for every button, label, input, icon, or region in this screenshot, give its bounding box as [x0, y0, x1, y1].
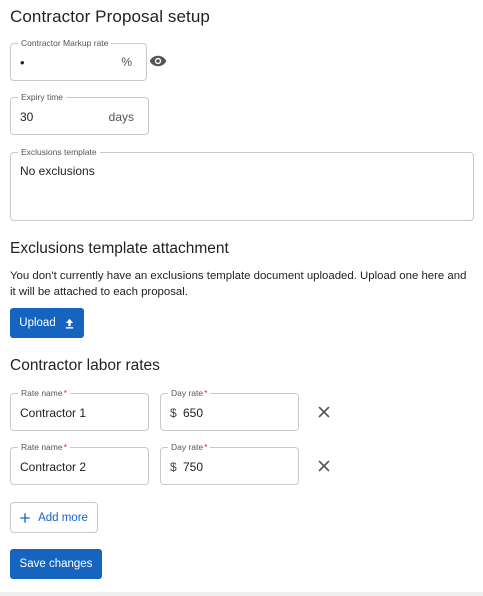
expiry-time-field[interactable]: Expiry time 30 days — [10, 92, 149, 135]
required-asterisk: * — [63, 442, 67, 452]
rate-name-legend: Rate name* — [18, 388, 70, 399]
day-rate-field-2[interactable]: Day rate* $ 750 — [160, 442, 299, 485]
day-rate-label: Day rate — [171, 442, 204, 452]
rate-name-legend: Rate name* — [18, 442, 70, 453]
day-rate-label: Day rate — [171, 388, 204, 398]
day-rate-legend: Day rate* — [168, 388, 211, 399]
expiry-time-value: 30 — [20, 110, 34, 124]
upload-icon — [65, 318, 73, 329]
day-rate-field-1[interactable]: Day rate* $ 650 — [160, 388, 299, 431]
page-title: Contractor Proposal setup — [10, 7, 210, 26]
save-changes-button[interactable]: Save changes — [10, 549, 102, 579]
rate-name-label: Rate name — [21, 442, 63, 452]
upload-label: Upload — [19, 317, 56, 329]
required-asterisk: * — [204, 442, 208, 452]
markup-rate-label: Contractor Markup rate — [18, 38, 112, 49]
day-rate-value: 750 — [183, 460, 204, 474]
day-rate-value: 650 — [183, 406, 204, 420]
rate-name-field-1[interactable]: Rate name* Contractor 1 — [10, 388, 149, 431]
currency-prefix: $ — [170, 460, 177, 474]
expiry-time-label: Expiry time — [18, 92, 67, 103]
remove-rate-icon-2[interactable] — [318, 460, 330, 472]
add-more-label: Add more — [38, 511, 88, 524]
plus-icon — [20, 512, 30, 523]
rate-name-value: Contractor 1 — [20, 406, 87, 420]
exclusions-template-value: No exclusions — [20, 164, 95, 178]
exclusions-template-field[interactable]: Exclusions template No exclusions — [10, 147, 474, 221]
rate-name-label: Rate name — [21, 388, 63, 398]
days-suffix: days — [108, 110, 134, 124]
markup-rate-field[interactable]: Contractor Markup rate • % — [10, 38, 147, 81]
currency-prefix: $ — [170, 406, 177, 420]
rate-name-value: Contractor 2 — [20, 460, 87, 474]
required-asterisk: * — [204, 388, 208, 398]
upload-button[interactable]: Upload — [10, 308, 84, 338]
save-changes-label: Save changes — [19, 558, 93, 570]
eye-icon[interactable] — [149, 54, 167, 68]
exclusions-template-label: Exclusions template — [18, 147, 100, 158]
remove-rate-icon-1[interactable] — [318, 406, 330, 418]
rate-name-field-2[interactable]: Rate name* Contractor 2 — [10, 442, 149, 485]
markup-rate-value: • — [20, 55, 25, 70]
bottom-divider — [0, 592, 483, 596]
labor-rates-heading: Contractor labor rates — [10, 357, 160, 374]
attachment-heading: Exclusions template attachment — [10, 240, 229, 257]
required-asterisk: * — [63, 388, 67, 398]
day-rate-legend: Day rate* — [168, 442, 211, 453]
add-more-button[interactable]: Add more — [10, 502, 98, 533]
percent-suffix: % — [121, 55, 132, 69]
attachment-description: You don't currently have an exclusions t… — [10, 270, 467, 298]
